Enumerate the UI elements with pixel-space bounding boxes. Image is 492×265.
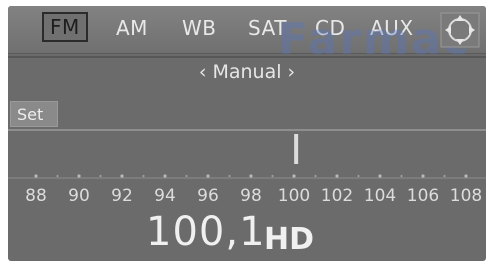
freq-tick-mark	[77, 174, 81, 178]
freq-tick-mark	[378, 174, 382, 178]
freq-minor-tick	[314, 174, 317, 178]
source-fm[interactable]: FM	[42, 12, 88, 42]
freq-tick-label: 88	[25, 186, 47, 206]
source-wb[interactable]: WB	[182, 16, 217, 40]
freq-tick-label: 104	[363, 186, 397, 206]
freq-minor-tick	[400, 174, 403, 178]
tick-marks	[34, 174, 468, 178]
radio-screen: FM AM WB SAT CD AUX Farmac ‹ Manual › Se…	[8, 6, 486, 261]
freq-tick-label: 106	[406, 186, 440, 206]
freq-tick-mark	[120, 174, 124, 178]
freq-tick-mark	[34, 174, 38, 178]
tuning-needle	[294, 134, 299, 164]
freq-minor-tick	[142, 174, 145, 178]
freq-tick-label: 96	[197, 186, 219, 206]
freq-tick-label: 100	[277, 186, 311, 206]
freq-minor-tick	[271, 174, 274, 178]
freq-tick-mark	[335, 174, 339, 178]
freq-minor-tick	[357, 174, 360, 178]
controller-joystick-icon[interactable]	[440, 12, 480, 48]
freq-tick-mark	[292, 174, 296, 178]
freq-minor-tick	[443, 174, 446, 178]
freq-tick-label: 90	[68, 186, 90, 206]
freq-tick-label: 108	[449, 186, 483, 206]
freq-tick-mark	[464, 174, 468, 178]
freq-tick-label: 102	[320, 186, 354, 206]
freq-tick-mark	[163, 174, 167, 178]
freq-tick-label: 98	[240, 186, 262, 206]
tuning-mode[interactable]: ‹ Manual ›	[8, 61, 486, 83]
tuning-scale[interactable]	[8, 124, 486, 184]
freq-tick-mark	[421, 174, 425, 178]
freq-minor-tick	[185, 174, 188, 178]
freq-minor-tick	[99, 174, 102, 178]
freq-minor-tick	[228, 174, 231, 178]
source-am[interactable]: AM	[116, 16, 148, 40]
freq-tick-mark	[249, 174, 253, 178]
frequency-display: 100,1	[146, 209, 266, 255]
hd-radio-icon: HD	[264, 222, 315, 257]
frequency-scale-labels: 88 90 92 94 96 98 100 102 104 106 108	[8, 186, 486, 210]
freq-tick-mark	[206, 174, 210, 178]
freq-tick-label: 94	[154, 186, 176, 206]
source-bar: FM AM WB SAT CD AUX Farmac	[8, 6, 486, 65]
divider	[8, 56, 486, 58]
freq-tick-label: 92	[111, 186, 133, 206]
freq-minor-tick	[56, 174, 59, 178]
